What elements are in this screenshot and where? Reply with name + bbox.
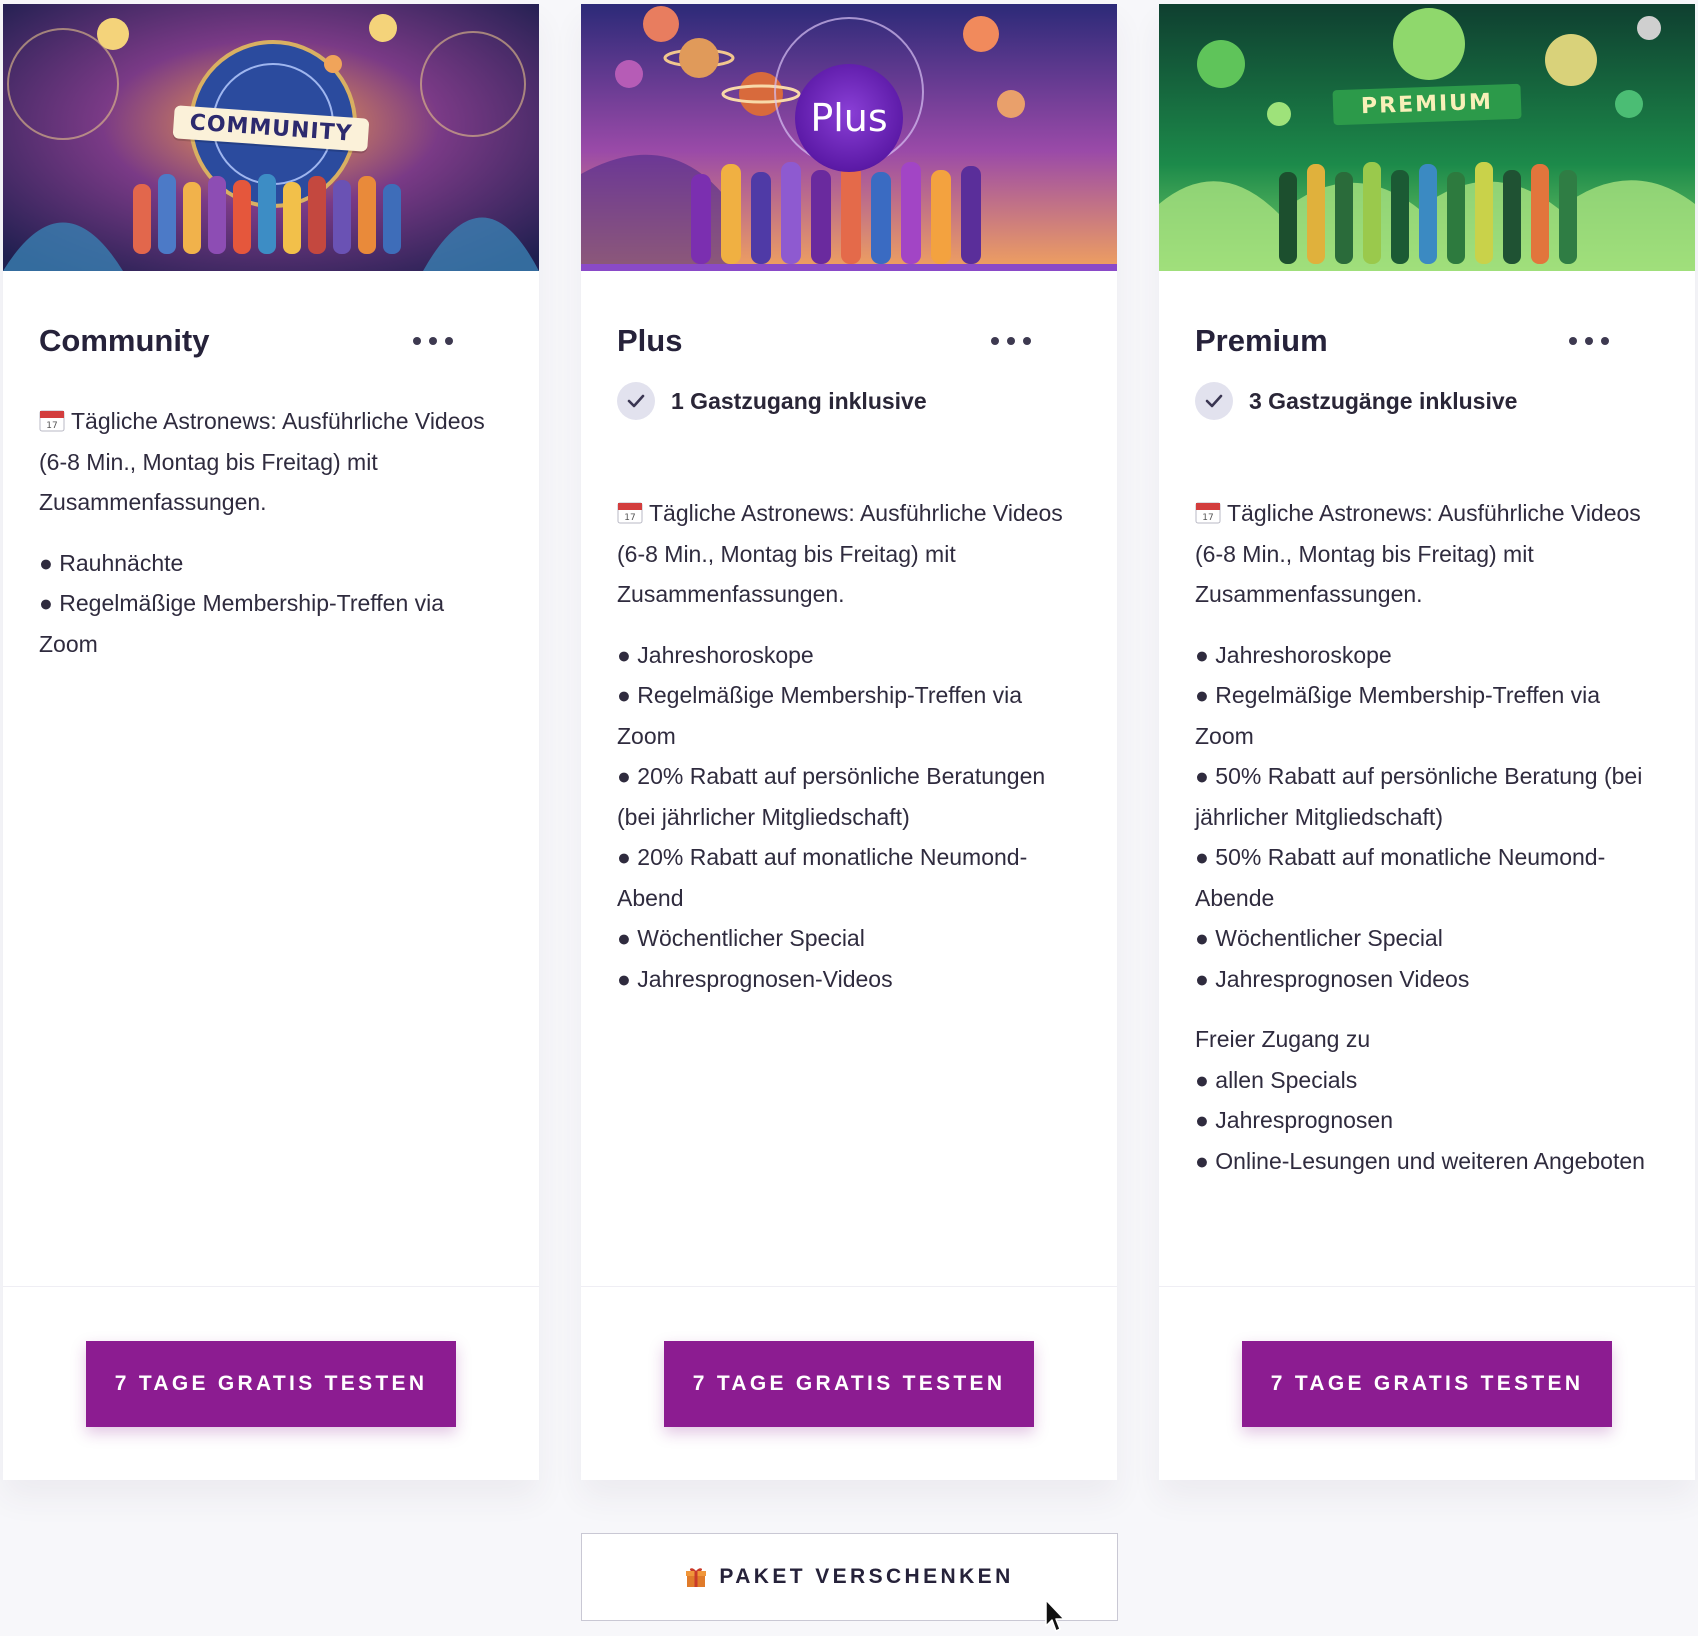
more-options-icon[interactable] [413, 331, 453, 351]
feature-item: ● Regelmäßige Membership-Treffen via Zoo… [39, 590, 445, 657]
plan-card-plus: Plus Plus 1 Gastzugang inklusive 17 Tägli… [581, 4, 1117, 1480]
plan-card-premium: PREMIUM Premium 3 Gastzugänge inklusive … [1159, 4, 1695, 1480]
extra-item: ● Jahresprognosen [1195, 1107, 1394, 1133]
calendar-icon: 17 [39, 410, 65, 432]
plan-banner-premium: PREMIUM [1159, 4, 1695, 271]
calendar-icon: 17 [1195, 502, 1221, 524]
feature-list: ● Jahreshoroskope ● Regelmäßige Membersh… [617, 635, 1081, 1000]
feature-item: ● Wöchentlicher Special [617, 925, 865, 951]
feature-list: ● Rauhnächte ● Regelmäßige Membership-Tr… [39, 543, 503, 665]
intro-text: Tägliche Astronews: Ausführliche Videos … [39, 408, 485, 515]
feature-item: ● Jahreshoroskope [1195, 641, 1392, 668]
feature-item: ● 50% Rabatt auf monatliche Neumond-Aben… [1195, 844, 1606, 911]
gift-package-label: PAKET VERSCHENKEN [719, 1565, 1014, 1588]
card-footer: 7 TAGE GRATIS TESTEN [3, 1286, 539, 1480]
feature-item: ● 20% Rabatt auf monatliche Neumond-Aben… [617, 844, 1028, 911]
feature-item: ● Regelmäßige Membership-Treffen via Zoo… [1195, 682, 1601, 749]
plan-body: Plus 1 Gastzugang inklusive 17 Tägliche A… [581, 271, 1117, 1280]
calendar-icon: 17 [617, 502, 643, 524]
feature-item: ● Jahresprognosen-Videos [617, 965, 893, 992]
plan-intro: 17 Tägliche Astronews: Ausführliche Video… [39, 401, 503, 523]
plan-title: Community [39, 323, 210, 358]
premium-illustration [1159, 4, 1695, 271]
intro-text: Tägliche Astronews: Ausführliche Videos … [617, 500, 1063, 607]
feature-item: ● Jahreshoroskope [617, 641, 814, 668]
more-options-icon[interactable] [1569, 331, 1609, 351]
feature-item: ● Rauhnächte [39, 549, 184, 576]
svg-text:17: 17 [1202, 513, 1213, 523]
card-footer: 7 TAGE GRATIS TESTEN [1159, 1286, 1695, 1480]
mouse-cursor-icon [1045, 1599, 1065, 1632]
extra-item: ● Online-Lesungen und weiteren Angeboten [1195, 1147, 1645, 1174]
plan-body: Premium 3 Gastzugänge inklusive 17 Täglic… [1159, 271, 1695, 1280]
plan-title: Plus [617, 323, 683, 358]
feature-item: ● Jahresprognosen Videos [1195, 965, 1470, 992]
banner-title: Plus [795, 64, 903, 172]
free-trial-button[interactable]: 7 TAGE GRATIS TESTEN [86, 1340, 456, 1427]
extra-item: ● allen Specials [1195, 1066, 1358, 1093]
plan-card-community: COMMUNITY Community 17 Tägliche Astronews… [3, 4, 539, 1480]
plan-intro: 17 Tägliche Astronews: Ausführliche Video… [1195, 493, 1659, 615]
gift-icon [686, 1568, 707, 1587]
feature-item: ● Wöchentlicher Special [1195, 925, 1443, 951]
more-options-icon[interactable] [991, 331, 1031, 351]
intro-text: Tägliche Astronews: Ausführliche Videos … [1195, 500, 1641, 607]
plan-banner-community: COMMUNITY [3, 4, 539, 271]
card-footer: 7 TAGE GRATIS TESTEN [581, 1286, 1117, 1480]
pricing-cards: COMMUNITY Community 17 Tägliche Astronews… [3, 4, 1695, 1480]
feature-item: ● Regelmäßige Membership-Treffen via Zoo… [617, 682, 1023, 749]
gift-package-button[interactable]: PAKET VERSCHENKEN [581, 1533, 1118, 1621]
banner-title: PREMIUM [1332, 83, 1522, 126]
free-trial-button[interactable]: 7 TAGE GRATIS TESTEN [1242, 1340, 1612, 1427]
feature-item: ● 50% Rabatt auf persönliche Beratung (b… [1195, 763, 1643, 830]
plan-title: Premium [1195, 323, 1328, 358]
feature-item: ● 20% Rabatt auf persönliche Beratungen … [617, 763, 1046, 830]
extra-heading: Freier Zugang zu [1195, 1026, 1371, 1052]
svg-text:17: 17 [624, 513, 635, 523]
extra-access-list: Freier Zugang zu ● allen Specials ● Jahr… [1195, 1019, 1659, 1181]
feature-list: ● Jahreshoroskope ● Regelmäßige Membersh… [1195, 635, 1659, 1000]
svg-text:17: 17 [46, 421, 57, 431]
free-trial-button[interactable]: 7 TAGE GRATIS TESTEN [664, 1340, 1034, 1427]
plan-body: Community 17 Tägliche Astronews: Ausführl… [3, 271, 539, 1280]
plan-intro: 17 Tägliche Astronews: Ausführliche Video… [617, 493, 1081, 615]
plan-banner-plus: Plus [581, 4, 1117, 271]
